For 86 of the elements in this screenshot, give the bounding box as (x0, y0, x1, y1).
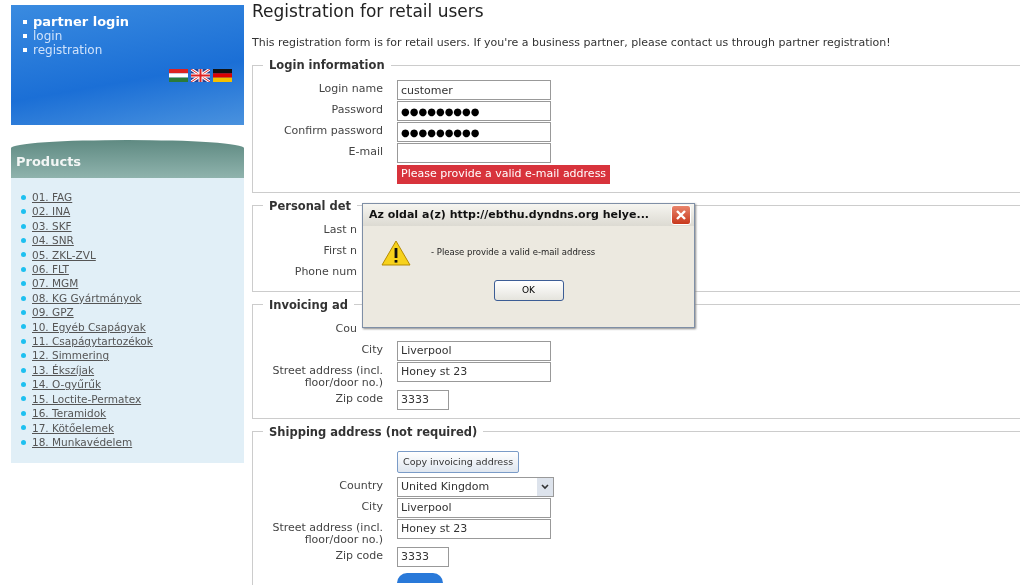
british-flag-icon[interactable] (191, 69, 210, 82)
password-field[interactable]: ●●●●●●●●● (397, 101, 551, 121)
product-link[interactable]: 08. KG Gyártmányok (32, 290, 142, 306)
bullet-icon (21, 194, 26, 200)
field-label: E-mail (348, 145, 383, 158)
bullet-icon (23, 48, 27, 52)
product-link[interactable]: 06. FLT (32, 262, 69, 277)
section-legend: Invoicing ad (263, 297, 354, 312)
nav-link[interactable]: partner login (33, 15, 130, 29)
input-field[interactable]: 3333 (397, 546, 449, 567)
input-field[interactable] (397, 143, 551, 163)
products-title: Products (16, 154, 82, 169)
dialog-title: Az oldal a(z) http://ebthu.dyndns.org helye... (369, 206, 649, 223)
bullet-icon (21, 396, 26, 402)
field-label: Street address (incl. floor/door no.) (272, 363, 383, 389)
field-label: Password (331, 103, 383, 116)
section-legend: Personal det (263, 198, 358, 213)
close-button[interactable] (671, 205, 691, 225)
input-field[interactable]: Liverpool (397, 340, 551, 361)
hungarian-flag-icon[interactable] (169, 69, 188, 82)
product-link[interactable]: 07. MGM (32, 276, 79, 291)
bullet-icon (21, 324, 26, 330)
warning-icon (381, 240, 411, 266)
bullet-icon (21, 295, 26, 301)
bullet-icon (23, 20, 27, 24)
product-link[interactable]: 12. Simmering (32, 348, 110, 363)
error-message: Please provide a valid e-mail address (397, 165, 611, 184)
field-label: Login name (318, 82, 383, 95)
field-label: Cou (335, 321, 357, 335)
bullet-icon (21, 353, 26, 359)
field-label: Confirm password (283, 124, 383, 137)
input-field[interactable]: Honey st 23 (397, 518, 551, 539)
field-label: Last n (323, 222, 357, 236)
bullet-icon (21, 209, 26, 215)
bullet-icon (21, 439, 26, 445)
bullet-icon (21, 252, 26, 258)
copy-address-button[interactable]: Copy invoicing address (397, 450, 520, 473)
bullet-icon (21, 367, 26, 373)
product-link[interactable]: 15. Loctite-Permatex (32, 391, 142, 407)
german-flag-icon[interactable] (213, 69, 232, 82)
page-title: Registration for retail users (252, 0, 485, 22)
bullet-icon (23, 34, 27, 38)
input-field[interactable]: 3333 (397, 389, 449, 410)
product-link[interactable]: 17. Kötőelemek (32, 420, 114, 435)
bullet-icon (21, 266, 26, 272)
input-field[interactable]: Liverpool (397, 497, 551, 518)
bullet-icon (21, 309, 26, 315)
product-link[interactable]: 18. Munkavédelem (32, 434, 133, 450)
field-label: City (361, 342, 383, 356)
field-label: First n (323, 243, 357, 257)
country-select[interactable]: United Kingdom (397, 476, 554, 497)
product-link[interactable]: 16. Teramidok (32, 406, 107, 421)
field-label: City (361, 499, 383, 513)
product-link[interactable]: 04. SNR (32, 233, 74, 248)
caret-icon (541, 483, 549, 490)
field-label: Zip code (335, 548, 383, 562)
product-link[interactable]: 02. INA (32, 204, 71, 219)
product-link[interactable]: 03. SKF (32, 218, 72, 234)
round-button[interactable] (397, 572, 443, 583)
bullet-icon (21, 382, 26, 387)
product-link[interactable]: 14. O-gyűrűk (32, 377, 101, 392)
product-link[interactable]: 09. GPZ (32, 305, 74, 320)
bullet-icon (21, 410, 26, 416)
input-field[interactable]: Honey st 23 (397, 361, 551, 382)
product-link[interactable]: 13. Ékszíjak (32, 362, 95, 378)
field-label: Zip code (335, 391, 383, 405)
product-link[interactable]: 11. Csapágytartozékok (32, 334, 153, 349)
field-label: Street address (incl. floor/door no.) (272, 520, 383, 546)
product-link[interactable]: 10. Egyéb Csapágyak (32, 319, 146, 335)
close-icon (675, 209, 687, 221)
bullet-icon (21, 237, 26, 243)
bullet-icon (21, 425, 26, 431)
product-link[interactable]: 05. ZKL-ZVL (32, 247, 96, 263)
bullet-icon (21, 338, 26, 344)
password-field[interactable]: ●●●●●●●●● (397, 122, 551, 142)
bullet-icon (21, 281, 26, 287)
intro-text: This registration form is for retail users. If you're a business partner, please contact us through partner registration! (252, 36, 892, 50)
ok-button[interactable]: OK (493, 280, 564, 301)
field-label: Country (339, 478, 383, 492)
field-label: Phone num (294, 264, 357, 278)
dialog-message: - Please provide a valid e-mail address (431, 246, 596, 259)
product-link[interactable]: 01. FAG (32, 190, 73, 205)
bullet-icon (21, 223, 26, 229)
section-legend: Login information (263, 58, 391, 72)
section-legend: Shipping address (not required) (263, 424, 484, 439)
input-field[interactable]: customer (397, 80, 551, 100)
